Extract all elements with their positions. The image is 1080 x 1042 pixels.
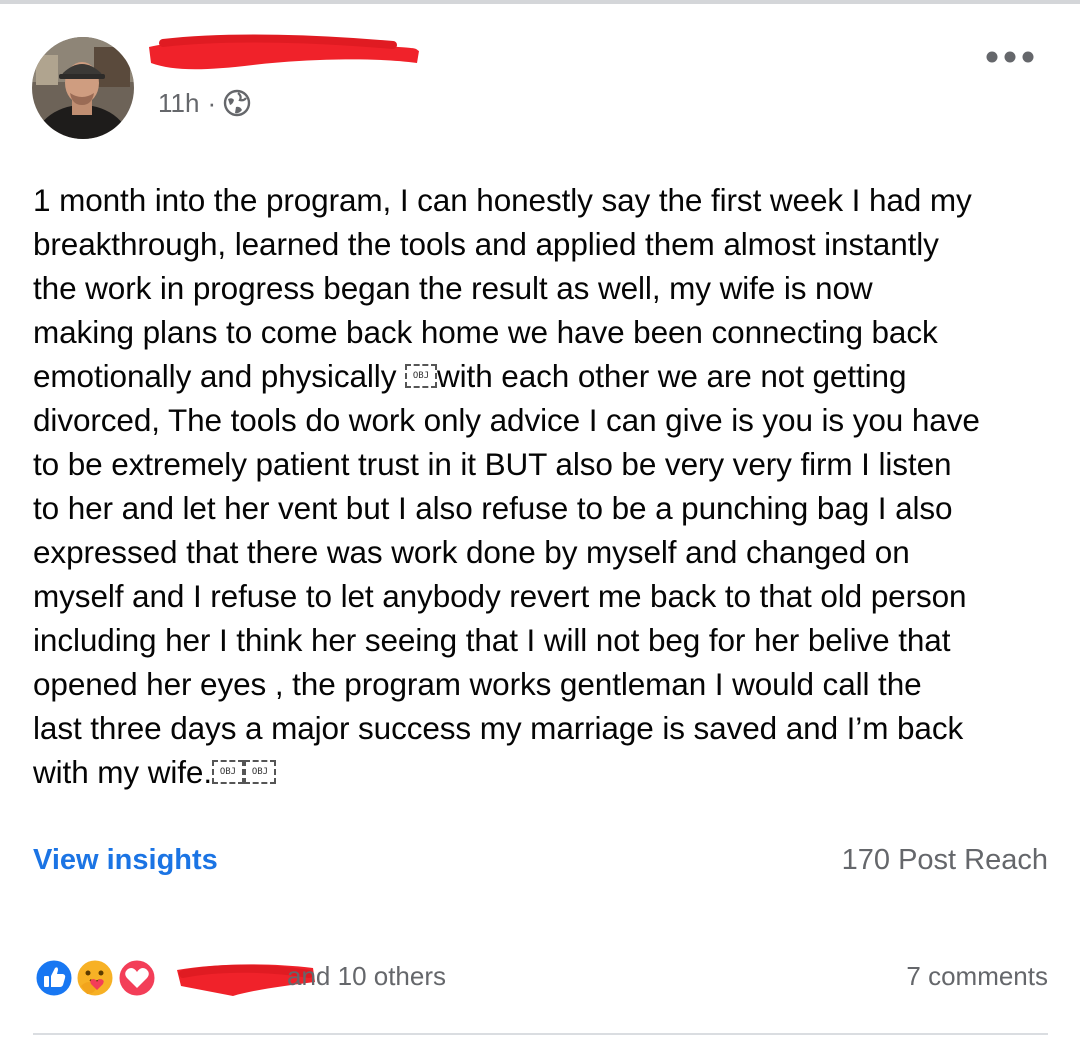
more-options-icon [986,51,1034,63]
post-line: the work in progress began the result as… [33,270,873,306]
more-options-button[interactable] [982,40,1038,74]
reactions-row: and 10 others 7 comments [33,952,1048,1002]
view-insights-link[interactable]: View insights [33,838,218,882]
avatar[interactable] [32,37,134,139]
post-reach-count: 170 Post Reach [841,844,1048,876]
post-line: including her I think her seeing that I … [33,622,951,658]
post-meta: 11h · [158,86,252,120]
post-line: divorced, The tools do work only advice … [33,402,980,438]
reaction-summary[interactable] [33,956,163,1000]
care-icon [74,957,116,999]
post-line: 1 month into the program, I can honestly… [33,182,972,218]
object-replacement-glyph: OBJ [243,759,276,784]
insights-row: View insights 170 Post Reach [33,838,1048,882]
reactors-summary[interactable]: and 10 others [287,958,446,994]
post-line: making plans to come back home we have b… [33,314,938,350]
post-line-segment: emotionally and physically [33,358,405,394]
object-replacement-glyph: OBJ [405,363,437,388]
post-line: to her and let her vent but I also refus… [33,490,953,526]
post-line-segment: with each other we are not getting [437,358,907,394]
comments-count[interactable]: 7 comments [906,958,1048,994]
profile-photo [32,37,134,139]
post-header: 11h · [0,0,1080,150]
post-line: emotionally and physically OBJ with each … [33,354,1068,398]
post-line: with my wife. OBJ OBJ [33,750,1068,794]
post-line: expressed that there was work done by my… [33,534,910,570]
love-icon [116,957,158,999]
post-line: to be extremely patient trust in it BUT … [33,446,952,482]
meta-separator: · [207,87,217,118]
post-line: last three days a major success my marri… [33,710,964,746]
post-line: myself and I refuse to let anybody rever… [33,578,967,614]
like-icon [33,957,75,999]
footer-divider [33,1033,1048,1035]
post-timestamp[interactable]: 11h [158,88,199,119]
post-line: opened her eyes , the program works gent… [33,666,922,702]
post-text: 1 month into the program, I can honestly… [33,178,1068,794]
globe-icon[interactable] [222,88,252,118]
post-line-segment: with my wife. [33,754,212,790]
object-replacement-glyph: OBJ [211,759,244,784]
author-name-redacted[interactable] [143,33,423,73]
post-line: breakthrough, learned the tools and appl… [33,226,939,262]
